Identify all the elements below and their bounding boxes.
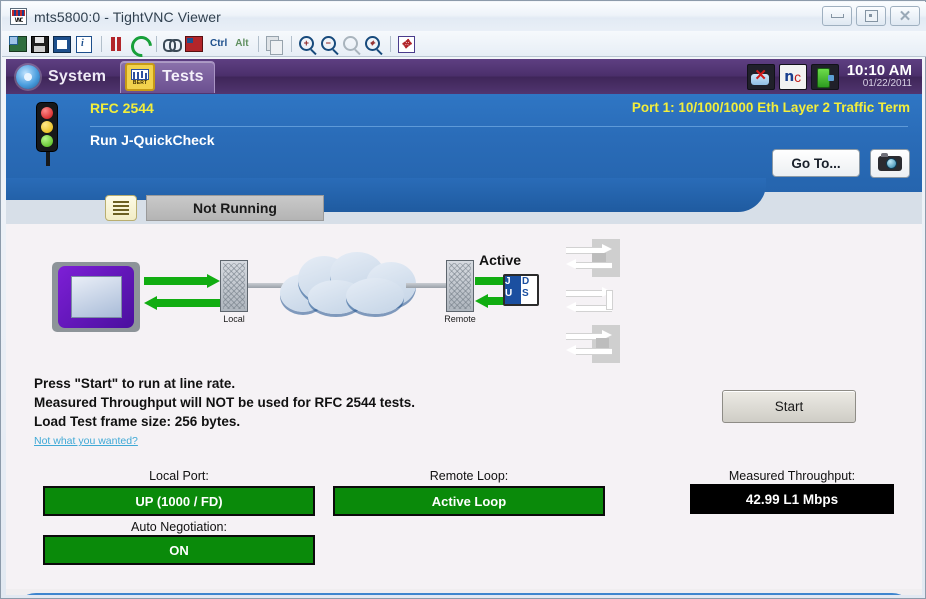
system-bar: System BERT Tests nc 10:10 AM 01/22/2011 [6, 59, 922, 94]
local-node-label: Local [204, 314, 264, 324]
screenshot-root: VNC mts5800:0 - TightVNC Viewer ✕ Ctrl A… [0, 0, 926, 599]
zoom-100-icon [341, 34, 360, 53]
rx-arrow-local [144, 296, 220, 310]
toolbar-separator-2 [156, 36, 157, 52]
system-tray: nc 10:10 AM 01/22/2011 [747, 59, 922, 94]
window-title: mts5800:0 - TightVNC Viewer [34, 9, 221, 25]
test-set-icon [52, 262, 140, 332]
vnc-logo-icon: VNC [10, 8, 27, 25]
clock-time: 10:10 AM [847, 63, 912, 79]
bert-icon: BERT [125, 63, 155, 91]
local-port-label: Local Port: [43, 469, 315, 483]
port-info: Port 1: 10/100/1000 Eth Layer 2 Traffic … [632, 100, 910, 115]
zoom-in-icon[interactable]: + [297, 34, 316, 53]
battery-icon[interactable] [811, 64, 839, 90]
footer-bar: Exit End: Configure Manually Run Tests [6, 589, 922, 595]
measured-throughput-value: 42.99 L1 Mbps [690, 484, 894, 514]
network-diagram: Local Remote Active [6, 224, 922, 369]
network-cloud-icon [280, 252, 418, 316]
goto-button[interactable]: Go To... [772, 149, 860, 177]
loopback-option-plain-disabled[interactable] [566, 282, 620, 320]
tab-tests[interactable]: BERT Tests [120, 61, 215, 93]
maximize-button[interactable] [856, 6, 886, 26]
save-session-icon[interactable] [30, 34, 49, 53]
status-strip: Not Running [6, 192, 922, 224]
nc-status-icon[interactable]: nc [779, 64, 807, 90]
instruction-line-3: Load Test frame size: 256 bytes. [34, 412, 415, 431]
toolbar-separator-1 [101, 36, 102, 52]
toolbar-separator-4 [291, 36, 292, 52]
measured-throughput-label: Measured Throughput: [690, 469, 894, 483]
send-ctrl-alt-del-icon[interactable] [162, 34, 181, 53]
fullscreen-icon[interactable]: ✥ [396, 34, 415, 53]
auto-negotiation-label: Auto Negotiation: [43, 520, 315, 534]
camera-icon[interactable] [870, 149, 910, 178]
vnc-toolbar: Ctrl Alt + − ⌖ ✥ [2, 31, 926, 57]
status-badge: Not Running [146, 195, 324, 221]
clock-date: 01/22/2011 [847, 79, 912, 90]
auto-negotiation-value: ON [43, 535, 315, 565]
traffic-light-green [41, 135, 53, 147]
network-disconnected-icon[interactable] [747, 64, 775, 90]
transfer-clipboard-icon[interactable] [264, 34, 283, 53]
window-titlebar: VNC mts5800:0 - TightVNC Viewer ✕ [2, 2, 926, 32]
vnc-viewer-window: VNC mts5800:0 - TightVNC Viewer ✕ Ctrl A… [0, 0, 926, 599]
window-buttons: ✕ [822, 6, 920, 26]
remote-node-label: Remote [430, 314, 490, 324]
ctrl-key-button[interactable]: Ctrl [210, 38, 227, 49]
zoom-out-icon[interactable]: − [319, 34, 338, 53]
system-menu-label[interactable]: System [48, 68, 106, 86]
instruction-line-1: Press "Start" to run at line rate. [34, 374, 415, 393]
alt-key-button[interactable]: Alt [235, 38, 248, 49]
tx-arrow-local [144, 274, 220, 288]
new-connection-icon[interactable] [8, 34, 27, 53]
report-lines-icon[interactable] [105, 195, 137, 221]
send-ctrl-esc-icon[interactable] [184, 34, 203, 53]
traffic-light-yellow [41, 121, 53, 133]
pause-icon[interactable] [107, 34, 126, 53]
refresh-icon[interactable] [129, 34, 148, 53]
test-name: RFC 2544 [90, 100, 154, 116]
toolbar-separator-5 [390, 36, 391, 52]
traffic-light-red [41, 107, 53, 119]
remote-loop-label: Remote Loop: [333, 469, 605, 483]
traffic-light-icon[interactable] [36, 102, 58, 152]
instruction-line-2: Measured Throughput will NOT be used for… [34, 393, 415, 412]
remote-screen: System BERT Tests nc 10:10 AM 01/22/2011 [6, 59, 922, 595]
not-what-you-wanted-link[interactable]: Not what you wanted? [34, 435, 138, 447]
close-button[interactable]: ✕ [890, 6, 920, 26]
loopback-option-jdsu-disabled[interactable] [566, 239, 620, 277]
toolbar-separator-3 [258, 36, 259, 52]
link-cloud-remote [406, 283, 448, 288]
remote-node [446, 260, 474, 312]
active-label: Active [479, 252, 521, 268]
instructions: Press "Start" to run at line rate. Measu… [34, 374, 415, 449]
loopback-option-device-disabled[interactable] [566, 325, 620, 363]
remote-loop-value: Active Loop [333, 486, 605, 516]
footer-panel [14, 593, 914, 595]
main-content: Local Remote Active [6, 224, 922, 589]
header-divider [90, 126, 908, 127]
connection-info-icon[interactable] [74, 34, 93, 53]
gear-icon[interactable] [16, 65, 40, 89]
connection-options-icon[interactable] [52, 34, 71, 53]
local-node [220, 260, 248, 312]
clock: 10:10 AM 01/22/2011 [847, 63, 912, 89]
page-title: Run J-QuickCheck [90, 132, 214, 148]
tab-tests-label: Tests [162, 68, 204, 86]
minimize-button[interactable] [822, 6, 852, 26]
zoom-auto-icon[interactable]: ⌖ [363, 34, 382, 53]
start-button[interactable]: Start [722, 390, 856, 423]
local-port-value: UP (1000 / FD) [43, 486, 315, 516]
jdsu-logo-icon: J U D S [503, 274, 539, 306]
